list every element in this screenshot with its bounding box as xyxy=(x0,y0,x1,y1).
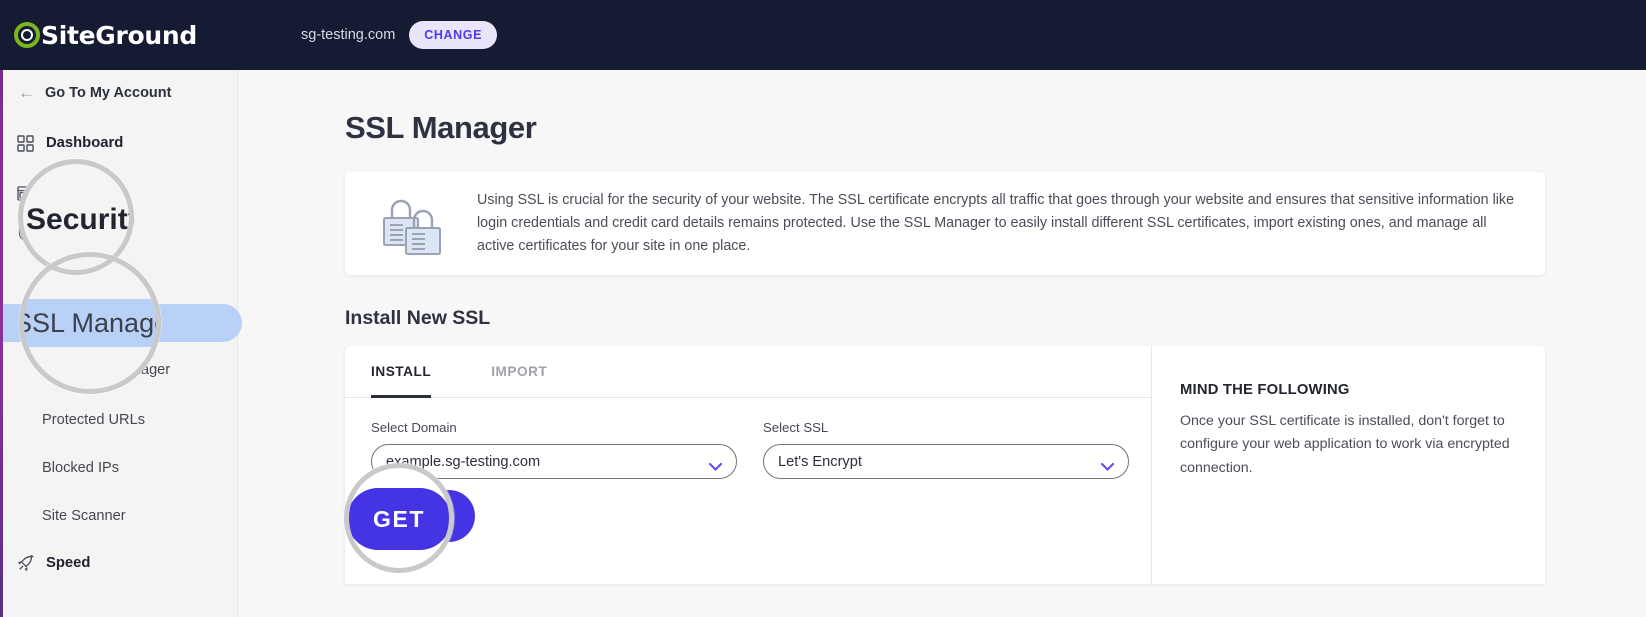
install-import-tabs: INSTALL IMPORT xyxy=(345,346,1151,398)
change-site-button[interactable]: CHANGE xyxy=(409,21,498,49)
arrow-left-icon: ← xyxy=(18,83,35,102)
select-ssl-value: Let's Encrypt xyxy=(778,453,862,470)
sidebar-item-site[interactable]: Site xyxy=(0,175,238,211)
sidebar-item-ssl-manager[interactable]: SSL Manager xyxy=(0,304,238,340)
mind-the-following-panel: MIND THE FOLLOWING Once your SSL certifi… xyxy=(1152,346,1545,584)
get-ssl-button[interactable]: GET xyxy=(371,490,475,542)
tab-import[interactable]: IMPORT xyxy=(491,346,547,398)
sidebar-item-label: SSH Keys Manager xyxy=(42,362,171,378)
top-header-bar: SiteGround sg-testing.com CHANGE xyxy=(0,0,1646,70)
chevron-down-icon xyxy=(1101,458,1114,470)
rocket-icon xyxy=(14,552,36,574)
sidebar-item-dashboard[interactable]: Dashboard xyxy=(0,125,238,161)
double-padlock-icon xyxy=(365,193,461,255)
go-to-my-account-label: Go To My Account xyxy=(45,84,172,101)
sidebar-item-label: Blocked IPs xyxy=(42,460,120,476)
chevron-down-icon xyxy=(709,458,722,470)
select-ssl-field: Select SSL Let's Encrypt xyxy=(763,420,1129,479)
select-ssl-label: Select SSL xyxy=(763,420,829,435)
sidebar-item-label: Dashboard xyxy=(46,135,124,151)
ssl-info-text: Using SSL is crucial for the security of… xyxy=(477,191,1515,255)
select-ssl-dropdown[interactable]: Let's Encrypt xyxy=(763,444,1129,479)
active-domain-area: sg-testing.com CHANGE xyxy=(301,21,498,49)
sidebar-item-label: Site Scanner xyxy=(42,508,126,524)
siteground-logo-icon xyxy=(14,22,40,48)
sidebar-accent-strip xyxy=(0,70,3,617)
sidebar-item-label: Security xyxy=(46,225,105,241)
tab-install[interactable]: INSTALL xyxy=(371,346,432,398)
active-domain-label: sg-testing.com xyxy=(301,27,396,43)
go-to-my-account-link[interactable]: ← Go To My Account xyxy=(18,84,171,101)
install-ssl-panel: INSTALL IMPORT Select Domain example.sg-… xyxy=(345,346,1545,584)
mind-the-following-text: Once your SSL certificate is installed, … xyxy=(1180,413,1510,476)
sidebar-item-label: Speed xyxy=(46,555,91,571)
ssl-info-banner: Using SSL is crucial for the security of… xyxy=(345,172,1545,275)
sidebar-item-speed[interactable]: Speed xyxy=(0,545,238,581)
logo-wordmark: SiteGround xyxy=(41,20,197,50)
main-content: SSL Manager Using SSL is crucial for the… xyxy=(238,70,1646,617)
sidebar-item-security[interactable]: Security xyxy=(0,215,238,251)
select-domain-label: Select Domain xyxy=(371,420,457,435)
sidebar-item-label: SSL Manager xyxy=(42,314,131,330)
sidebar-item-label: Site xyxy=(46,185,74,201)
select-domain-dropdown[interactable]: example.sg-testing.com xyxy=(371,444,737,479)
mind-the-following-title: MIND THE FOLLOWING xyxy=(1180,382,1350,398)
siteground-site-tools-app: SiteGround sg-testing.com CHANGE ← Go To… xyxy=(0,0,1646,617)
sidebar-item-ssh-keys-manager[interactable]: SSH Keys Manager xyxy=(0,352,238,388)
sidebar-item-site-scanner[interactable]: Site Scanner xyxy=(0,498,238,534)
select-domain-field: Select Domain example.sg-testing.com xyxy=(371,420,737,479)
siteground-logo[interactable]: SiteGround xyxy=(14,21,197,50)
page-title: SSL Manager xyxy=(345,110,537,145)
grid-icon xyxy=(14,132,36,154)
sidebar-item-blocked-ips[interactable]: Blocked IPs xyxy=(0,450,238,486)
install-new-ssl-heading: Install New SSL xyxy=(345,307,491,329)
select-domain-value: example.sg-testing.com xyxy=(386,453,541,470)
sidebar-item-label: Protected URLs xyxy=(42,412,146,428)
install-ssl-form-area: INSTALL IMPORT Select Domain example.sg-… xyxy=(345,346,1151,584)
browser-window-icon xyxy=(14,182,36,204)
sidebar-nav: ← Go To My Account Dashboard Site Securi… xyxy=(0,70,242,617)
shield-icon xyxy=(14,222,36,244)
sidebar-item-protected-urls[interactable]: Protected URLs xyxy=(0,402,238,438)
